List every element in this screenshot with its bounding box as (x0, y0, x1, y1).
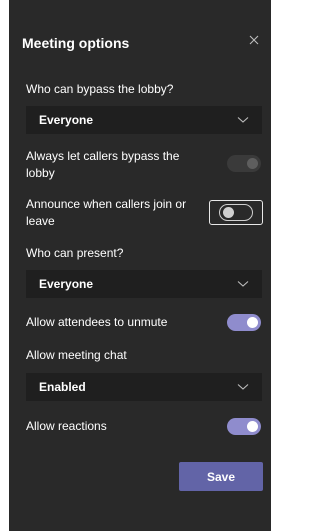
save-button[interactable]: Save (179, 462, 263, 491)
dialog-title: Meeting options (22, 35, 130, 51)
toggle-knob (247, 158, 258, 169)
meeting-chat-dropdown[interactable]: Enabled (26, 373, 262, 401)
chevron-down-icon (237, 383, 249, 391)
chevron-down-icon (237, 280, 249, 288)
who-can-present-label: Who can present? (26, 246, 124, 260)
toggle-knob (247, 317, 258, 328)
allow-unmute-toggle[interactable] (227, 314, 261, 331)
callers-bypass-label: Always let callers bypass the lobby (26, 149, 180, 180)
bypass-lobby-label: Who can bypass the lobby? (26, 82, 174, 96)
who-can-present-value: Everyone (39, 277, 94, 291)
allow-reactions-label: Allow reactions (26, 419, 107, 433)
toggle-knob (223, 207, 234, 218)
chevron-down-icon (237, 116, 249, 124)
announce-callers-toggle[interactable] (219, 204, 253, 221)
announce-callers-label: Announce when callers join or leave (26, 197, 187, 228)
meeting-chat-value: Enabled (39, 380, 86, 394)
close-icon (249, 32, 259, 50)
callers-bypass-toggle[interactable] (227, 155, 261, 172)
allow-unmute-label: Allow attendees to unmute (26, 315, 168, 329)
bypass-lobby-value: Everyone (39, 113, 94, 127)
allow-reactions-toggle[interactable] (227, 418, 261, 435)
close-button[interactable] (246, 33, 262, 49)
meeting-chat-label: Allow meeting chat (26, 348, 127, 362)
meeting-options-panel: Meeting options Who can bypass the lobby… (9, 0, 271, 531)
bypass-lobby-dropdown[interactable]: Everyone (26, 106, 262, 134)
who-can-present-dropdown[interactable]: Everyone (26, 270, 262, 298)
toggle-knob (247, 421, 258, 432)
